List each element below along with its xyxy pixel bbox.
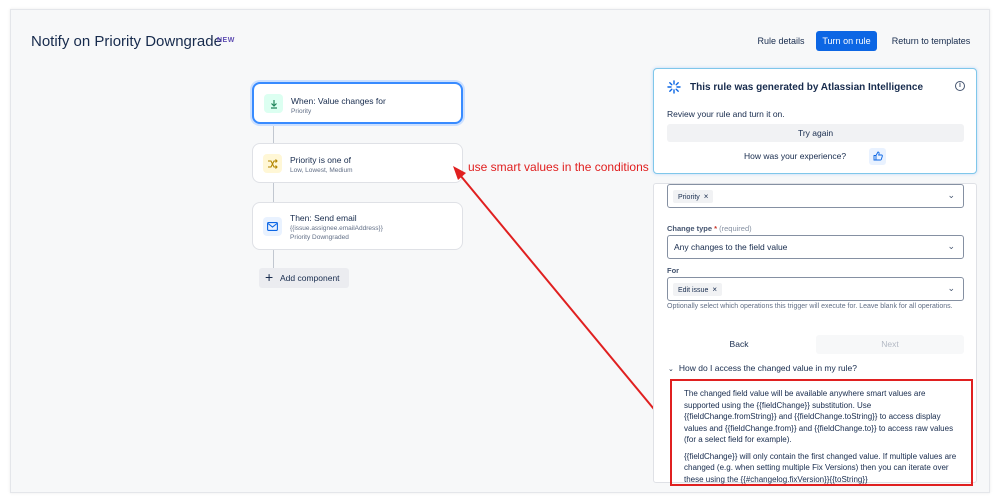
ai-generated-panel: This rule was generated by Atlassian Int… xyxy=(653,68,977,174)
connector-line xyxy=(273,124,274,144)
condition-node[interactable]: Priority is one of Low, Lowest, Medium xyxy=(252,143,463,183)
node-subtitle: Priority Downgraded xyxy=(290,234,349,241)
for-select[interactable]: Edit issue × ⌄ xyxy=(667,277,964,301)
change-type-label: Change type * (required) xyxy=(667,224,752,233)
trigger-config-panel: Priority × ⌄ Change type * (required) Any… xyxy=(653,183,977,486)
mail-icon xyxy=(263,217,282,236)
chevron-down-icon: ⌄ xyxy=(668,366,674,373)
annotation-text: use smart values in the conditions xyxy=(468,160,649,174)
node-subtitle: {{issue.assignee.emailAddress}} xyxy=(290,225,383,232)
connector-line xyxy=(273,250,274,268)
shuffle-icon xyxy=(263,154,282,173)
chevron-down-icon: ⌄ xyxy=(947,241,955,251)
for-label: For xyxy=(667,266,680,275)
node-subtitle: Low, Lowest, Medium xyxy=(290,167,353,174)
node-subtitle: Priority xyxy=(291,108,312,115)
page-title: Notify on Priority Downgrade xyxy=(31,33,222,50)
required-text: (required) xyxy=(719,224,752,233)
download-icon xyxy=(264,94,283,113)
add-component-label: Add component xyxy=(280,273,340,283)
node-title: Then: Send email xyxy=(290,213,357,223)
back-button[interactable]: Back xyxy=(724,339,754,349)
experience-prompt: How was your experience? xyxy=(744,151,847,161)
field-select[interactable]: Priority × ⌄ xyxy=(667,184,964,208)
connector-line xyxy=(273,183,274,203)
required-marker: * xyxy=(714,224,718,233)
add-component-button[interactable]: + Add component xyxy=(259,268,349,288)
explanation-paragraph: {{fieldChange}} will only contain the fi… xyxy=(684,451,957,484)
next-button[interactable]: Next xyxy=(816,335,964,354)
explanation-paragraph: The changed field value will be availabl… xyxy=(684,389,954,444)
chevron-down-icon: ⌄ xyxy=(947,190,955,200)
change-type-select[interactable]: Any changes to the field value ⌄ xyxy=(667,235,964,259)
field-chip[interactable]: Priority × xyxy=(673,190,714,203)
remove-icon[interactable]: × xyxy=(704,192,709,201)
for-chip[interactable]: Edit issue × xyxy=(673,283,723,296)
rule-details-button[interactable]: Rule details xyxy=(753,31,809,51)
atlassian-intelligence-icon xyxy=(667,80,681,97)
faq-toggle[interactable]: ⌄ How do I access the changed value in my… xyxy=(668,363,857,373)
ai-review-text: Review your rule and turn it on. xyxy=(667,109,785,119)
change-type-label-text: Change type xyxy=(667,224,713,233)
ai-panel-title: This rule was generated by Atlassian Int… xyxy=(690,82,924,93)
thumbs-up-icon[interactable] xyxy=(869,148,886,165)
field-chip-label: Priority xyxy=(678,194,700,201)
faq-toggle-label: How do I access the changed value in my … xyxy=(678,363,858,373)
change-type-value: Any changes to the field value xyxy=(674,242,788,252)
highlighted-explanation: The changed field value will be availabl… xyxy=(670,379,973,486)
chevron-down-icon: ⌄ xyxy=(947,283,955,293)
return-to-templates-button[interactable]: Return to templates xyxy=(889,31,973,51)
action-node[interactable]: Then: Send email {{issue.assignee.emailA… xyxy=(252,202,463,250)
node-title: When: Value changes for xyxy=(291,96,386,106)
for-chip-label: Edit issue xyxy=(678,287,709,294)
node-title: Priority is one of xyxy=(290,155,351,165)
trigger-node[interactable]: When: Value changes for Priority xyxy=(252,82,463,124)
remove-icon[interactable]: × xyxy=(712,285,717,294)
app-frame: Notify on Priority Downgrade NEW Rule de… xyxy=(10,9,990,493)
try-again-button[interactable]: Try again xyxy=(667,124,964,142)
info-icon[interactable]: i xyxy=(955,81,965,91)
for-help-text: Optionally select which operations this … xyxy=(667,303,953,310)
turn-on-rule-button[interactable]: Turn on rule xyxy=(816,31,877,51)
new-badge: NEW xyxy=(217,37,235,44)
plus-icon: + xyxy=(265,269,274,285)
